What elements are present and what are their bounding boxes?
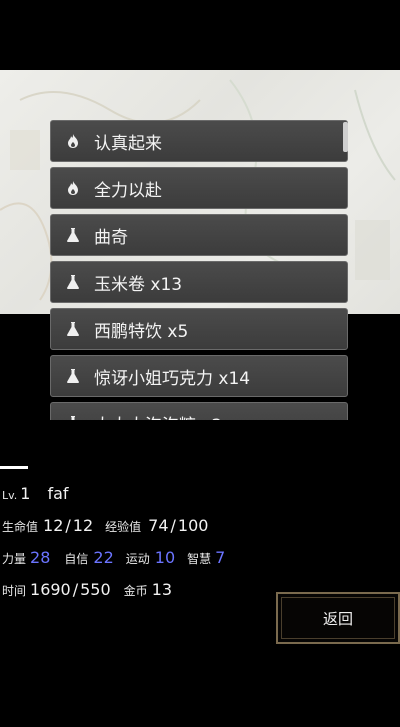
exp-current: 74	[148, 516, 169, 535]
menu-item[interactable]: 西鹏特饮 x5	[50, 308, 348, 350]
menu-item[interactable]: 认真起来	[50, 120, 348, 162]
item-menu[interactable]: 认真起来 全力以赴 曲奇 玉米卷 x13 西鹏特饮 x5 惊讶小姐巧克力 x14	[50, 120, 350, 420]
fire-icon	[66, 133, 80, 149]
hp-max: 12	[72, 516, 94, 535]
time-current: 1690	[30, 580, 71, 599]
flask-icon	[66, 321, 80, 337]
menu-item-label: 全力以赴	[94, 180, 162, 201]
menu-item-label: 大大大泡泡糖 x2	[94, 411, 222, 421]
divider	[0, 466, 28, 469]
sport-label: 运动	[125, 552, 150, 566]
gold-label: 金币	[123, 584, 148, 598]
hp-current: 12	[43, 516, 64, 535]
hp-exp-row: 生命值 12 / 12 经验值 74 / 100	[2, 516, 209, 535]
menu-item-label: 认真起来	[94, 133, 162, 154]
time-label: 时间	[2, 584, 27, 598]
menu-item-label: 西鹏特饮 x5	[94, 321, 189, 342]
exp-label: 经验值	[105, 520, 142, 534]
gold-value: 13	[151, 580, 173, 599]
menu-item-label: 玉米卷 x13	[94, 274, 183, 295]
menu-item-label: 惊讶小姐巧克力 x14	[94, 368, 251, 389]
strength-label: 力量	[2, 552, 27, 566]
flask-icon	[66, 227, 80, 243]
flask-icon	[66, 368, 80, 384]
wisdom-label: 智慧	[187, 552, 212, 566]
menu-item[interactable]: 惊讶小姐巧克力 x14	[50, 355, 348, 397]
menu-item[interactable]: 全力以赴	[50, 167, 348, 209]
flask-icon	[66, 274, 80, 290]
menu-scrollbar[interactable]	[343, 122, 348, 152]
exp-max: 100	[177, 516, 209, 535]
attributes-row: 力量 28 自信 22 运动 10 智慧 7	[2, 548, 225, 567]
flask-icon	[66, 415, 80, 420]
time-max: 550	[80, 580, 111, 599]
hp-label: 生命值	[2, 520, 39, 534]
back-button[interactable]: 返回	[276, 592, 400, 644]
level-label: Lv.	[2, 489, 18, 502]
confidence-value: 22	[93, 548, 114, 567]
menu-item[interactable]: 曲奇	[50, 214, 348, 256]
level-row: Lv. 1 faf	[2, 484, 69, 503]
menu-item[interactable]: 大大大泡泡糖 x2	[50, 402, 348, 420]
fire-icon	[66, 180, 80, 196]
menu-item-label: 曲奇	[94, 227, 128, 248]
strength-value: 28	[30, 548, 51, 567]
time-gold-row: 时间 1690 / 550 金币 13	[2, 580, 173, 599]
back-button-label: 返回	[322, 609, 353, 628]
wisdom-value: 7	[215, 548, 226, 567]
confidence-label: 自信	[64, 552, 89, 566]
sport-value: 10	[154, 548, 176, 567]
level-value: 1	[20, 484, 31, 503]
player-name: faf	[47, 484, 69, 503]
menu-item[interactable]: 玉米卷 x13	[50, 261, 348, 303]
